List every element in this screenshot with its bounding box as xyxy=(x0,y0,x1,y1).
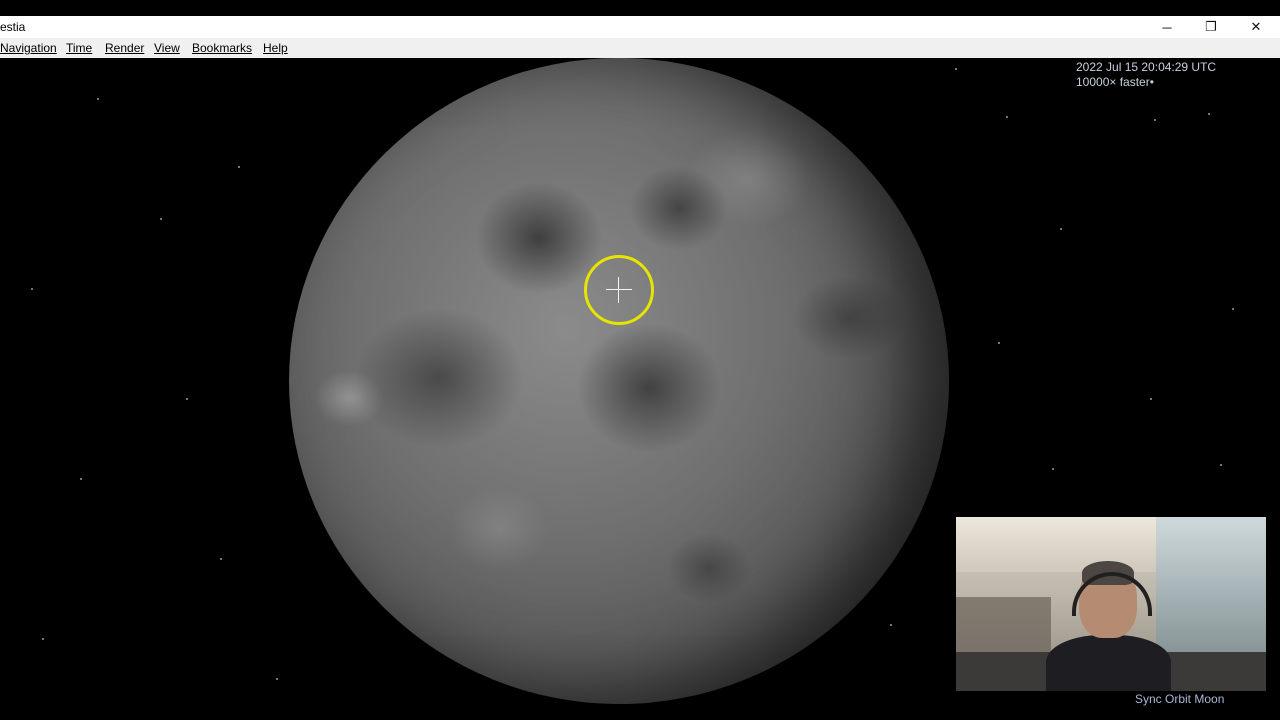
target-reticle-icon xyxy=(584,255,654,325)
star xyxy=(1208,113,1210,115)
menu-bookmarks[interactable]: Bookmarks xyxy=(192,41,252,55)
close-icon: ✕ xyxy=(1250,19,1262,34)
menu-render[interactable]: Render xyxy=(105,41,144,55)
top-strip xyxy=(0,0,1280,16)
close-button[interactable]: ✕ xyxy=(1234,16,1278,38)
menu-time[interactable]: Time xyxy=(66,41,92,55)
star xyxy=(1232,308,1234,310)
time-rate: 10000× faster• xyxy=(1076,75,1154,89)
webcam-shelf xyxy=(956,597,1051,657)
menu-navigation[interactable]: Navigation xyxy=(0,41,57,55)
restore-button[interactable]: ❐ xyxy=(1189,16,1233,38)
star xyxy=(220,558,222,560)
menu-help[interactable]: Help xyxy=(263,41,288,55)
moon-globe[interactable] xyxy=(289,58,949,704)
crosshair-horizontal xyxy=(606,289,632,290)
star xyxy=(1052,468,1054,470)
webcam-person-body xyxy=(1046,635,1171,691)
hud-datetime-panel: 2022 Jul 15 20:04:29 UTC 10000× faster• xyxy=(1076,60,1216,90)
star xyxy=(31,288,33,290)
minimize-icon: ─ xyxy=(1162,19,1172,35)
webcam-overlay xyxy=(956,517,1266,691)
webcam-window xyxy=(1156,517,1266,667)
sync-orbit-status: Sync Orbit Moon xyxy=(1135,692,1225,706)
menu-bar: Navigation Time Render View Bookmarks He… xyxy=(0,38,1280,58)
title-bar[interactable]: estia ─ ❐ ✕ xyxy=(0,16,1280,38)
star xyxy=(97,98,99,100)
star xyxy=(1060,228,1062,230)
star xyxy=(1150,398,1152,400)
star xyxy=(998,342,1000,344)
menu-view[interactable]: View xyxy=(154,41,180,55)
star xyxy=(955,68,957,70)
star xyxy=(276,678,278,680)
window-title: estia xyxy=(0,20,26,34)
star xyxy=(1006,116,1008,118)
star xyxy=(80,478,82,480)
star xyxy=(1220,464,1222,466)
star xyxy=(160,218,162,220)
minimize-button[interactable]: ─ xyxy=(1145,16,1189,38)
crosshair-vertical xyxy=(618,277,619,303)
star xyxy=(238,166,240,168)
star xyxy=(890,624,892,626)
simulation-datetime: 2022 Jul 15 20:04:29 UTC xyxy=(1076,60,1217,74)
star xyxy=(42,638,44,640)
star xyxy=(186,398,188,400)
restore-icon: ❐ xyxy=(1205,19,1217,34)
star xyxy=(1154,119,1156,121)
